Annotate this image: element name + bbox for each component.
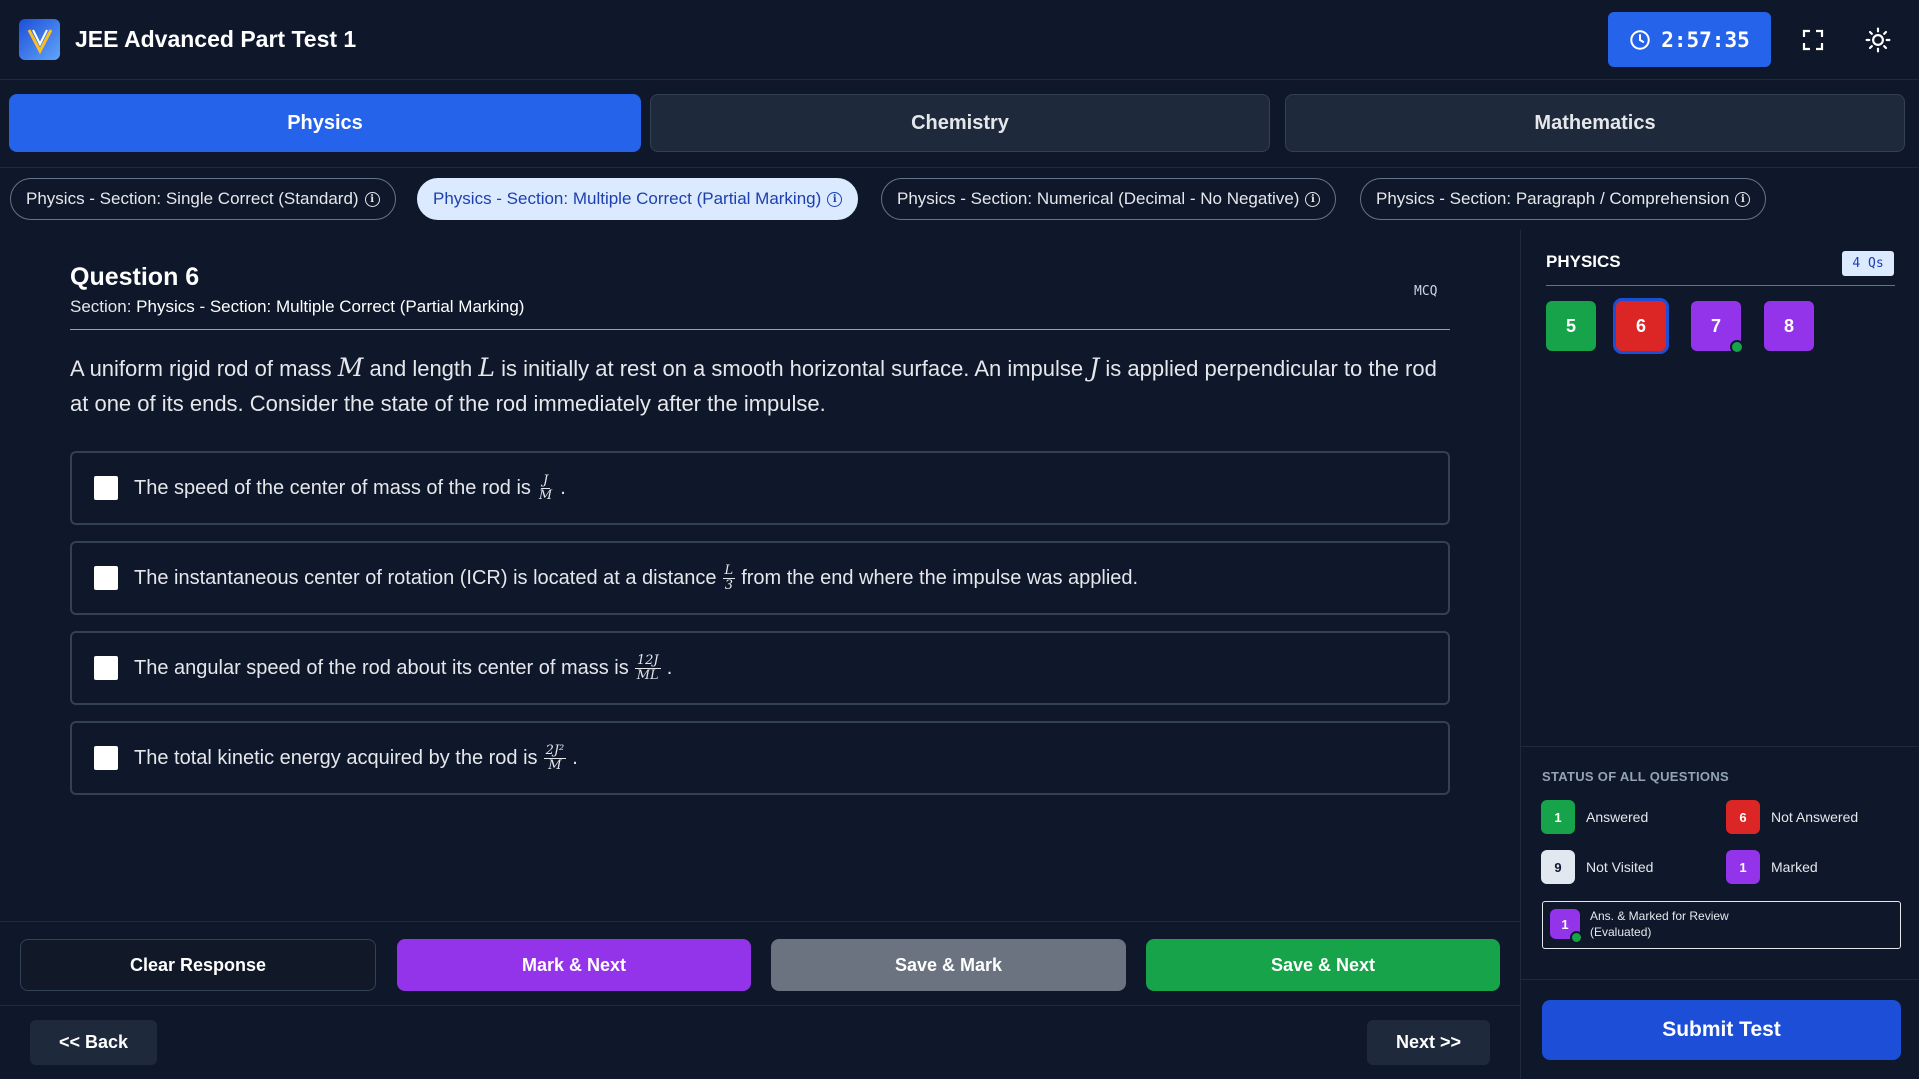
save-mark-button[interactable]: Save & Mark bbox=[771, 939, 1126, 991]
countdown-timer: 2:57:35 bbox=[1608, 12, 1771, 67]
section-pill-numerical[interactable]: Physics - Section: Numerical (Decimal - … bbox=[881, 178, 1337, 220]
info-icon: i bbox=[364, 191, 380, 207]
clock-icon bbox=[1630, 29, 1650, 50]
save-next-button[interactable]: Save & Next bbox=[1146, 939, 1500, 991]
legend-not-visited-count: 9 bbox=[1541, 850, 1575, 884]
option-c[interactable]: The angular speed of the rod about its c… bbox=[70, 631, 1450, 705]
clear-response-button[interactable]: Clear Response bbox=[20, 939, 376, 991]
app-logo bbox=[19, 19, 60, 60]
option-checkbox[interactable] bbox=[94, 566, 118, 590]
legend-answered-label: Answered bbox=[1586, 809, 1649, 825]
legend-not-visited-label: Not Visited bbox=[1586, 859, 1654, 875]
tab-mathematics[interactable]: Mathematics bbox=[1285, 94, 1905, 152]
option-text: The total kinetic energy acquired by the… bbox=[134, 742, 578, 773]
option-checkbox[interactable] bbox=[94, 746, 118, 770]
option-d[interactable]: The total kinetic energy acquired by the… bbox=[70, 721, 1450, 795]
option-text: The speed of the center of mass of the r… bbox=[134, 472, 566, 503]
question-count-badge: 4 Qs bbox=[1842, 251, 1894, 276]
palette-question-8[interactable]: 8 bbox=[1764, 301, 1814, 351]
option-text: The instantaneous center of rotation (IC… bbox=[134, 562, 1139, 593]
section-pill-multiple-correct[interactable]: Physics - Section: Multiple Correct (Par… bbox=[417, 178, 859, 220]
fraction: JM bbox=[538, 472, 553, 503]
next-button[interactable]: Next >> bbox=[1367, 1020, 1490, 1065]
subject-tab-bar: Physics Chemistry Mathematics bbox=[0, 80, 1919, 168]
question-title: Question 6 bbox=[70, 263, 200, 291]
back-button[interactable]: << Back bbox=[30, 1020, 157, 1065]
legend-not-answered-count: 6 bbox=[1726, 800, 1760, 834]
submit-test-button[interactable]: Submit Test bbox=[1542, 1000, 1901, 1060]
option-b[interactable]: The instantaneous center of rotation (IC… bbox=[70, 541, 1450, 615]
logo-v-icon bbox=[27, 28, 52, 54]
info-icon: i bbox=[1735, 191, 1751, 207]
mark-next-button[interactable]: Mark & Next bbox=[397, 939, 751, 991]
tab-physics[interactable]: Physics bbox=[9, 94, 641, 152]
action-bar: Clear Response Mark & Next Save & Mark S… bbox=[0, 921, 1520, 1006]
answered-dot-icon bbox=[1570, 931, 1583, 944]
question-type-badge: MCQ bbox=[1414, 284, 1438, 299]
section-pill-paragraph[interactable]: Physics - Section: Paragraph / Comprehen… bbox=[1360, 178, 1767, 220]
top-bar: JEE Advanced Part Test 1 2:57:35 bbox=[0, 0, 1919, 80]
info-icon: i bbox=[827, 191, 843, 207]
palette-question-5[interactable]: 5 bbox=[1546, 301, 1596, 351]
legend-not-answered-label: Not Answered bbox=[1771, 809, 1859, 825]
legend-marked-count: 1 bbox=[1726, 850, 1760, 884]
theme-toggle-icon[interactable] bbox=[1862, 24, 1894, 56]
status-title: STATUS OF ALL QUESTIONS bbox=[1542, 769, 1729, 784]
fullscreen-icon[interactable] bbox=[1797, 24, 1829, 56]
option-a[interactable]: The speed of the center of mass of the r… bbox=[70, 451, 1450, 525]
app-title: JEE Advanced Part Test 1 bbox=[75, 26, 357, 52]
timer-value: 2:57:35 bbox=[1661, 27, 1750, 52]
fraction: 12J ML bbox=[634, 652, 661, 683]
panel-title: PHYSICS bbox=[1546, 252, 1621, 271]
section-pill-single-correct[interactable]: Physics - Section: Single Correct (Stand… bbox=[10, 178, 396, 220]
info-icon: i bbox=[1305, 191, 1321, 207]
option-text: The angular speed of the rod about its c… bbox=[134, 652, 673, 683]
panel-divider bbox=[1546, 285, 1895, 286]
answered-dot-icon bbox=[1730, 340, 1744, 354]
option-checkbox[interactable] bbox=[94, 476, 118, 500]
legend-ans-marked-box: 1 Ans. & Marked for Review (Evaluated) bbox=[1542, 901, 1901, 949]
fraction: 2J² M bbox=[543, 742, 567, 773]
legend-answered-count: 1 bbox=[1541, 800, 1575, 834]
option-checkbox[interactable] bbox=[94, 656, 118, 680]
tab-chemistry[interactable]: Chemistry bbox=[650, 94, 1270, 152]
question-divider bbox=[70, 329, 1450, 330]
question-section: Section: Physics - Section: Multiple Cor… bbox=[70, 297, 525, 316]
legend-ans-marked-label: Ans. & Marked for Review (Evaluated) bbox=[1590, 909, 1729, 939]
question-text: A uniform rigid rod of mass M and length… bbox=[70, 353, 1437, 416]
palette-question-6[interactable]: 6 bbox=[1616, 301, 1666, 351]
fraction: L3 bbox=[722, 562, 736, 593]
legend-marked-label: Marked bbox=[1771, 859, 1818, 875]
